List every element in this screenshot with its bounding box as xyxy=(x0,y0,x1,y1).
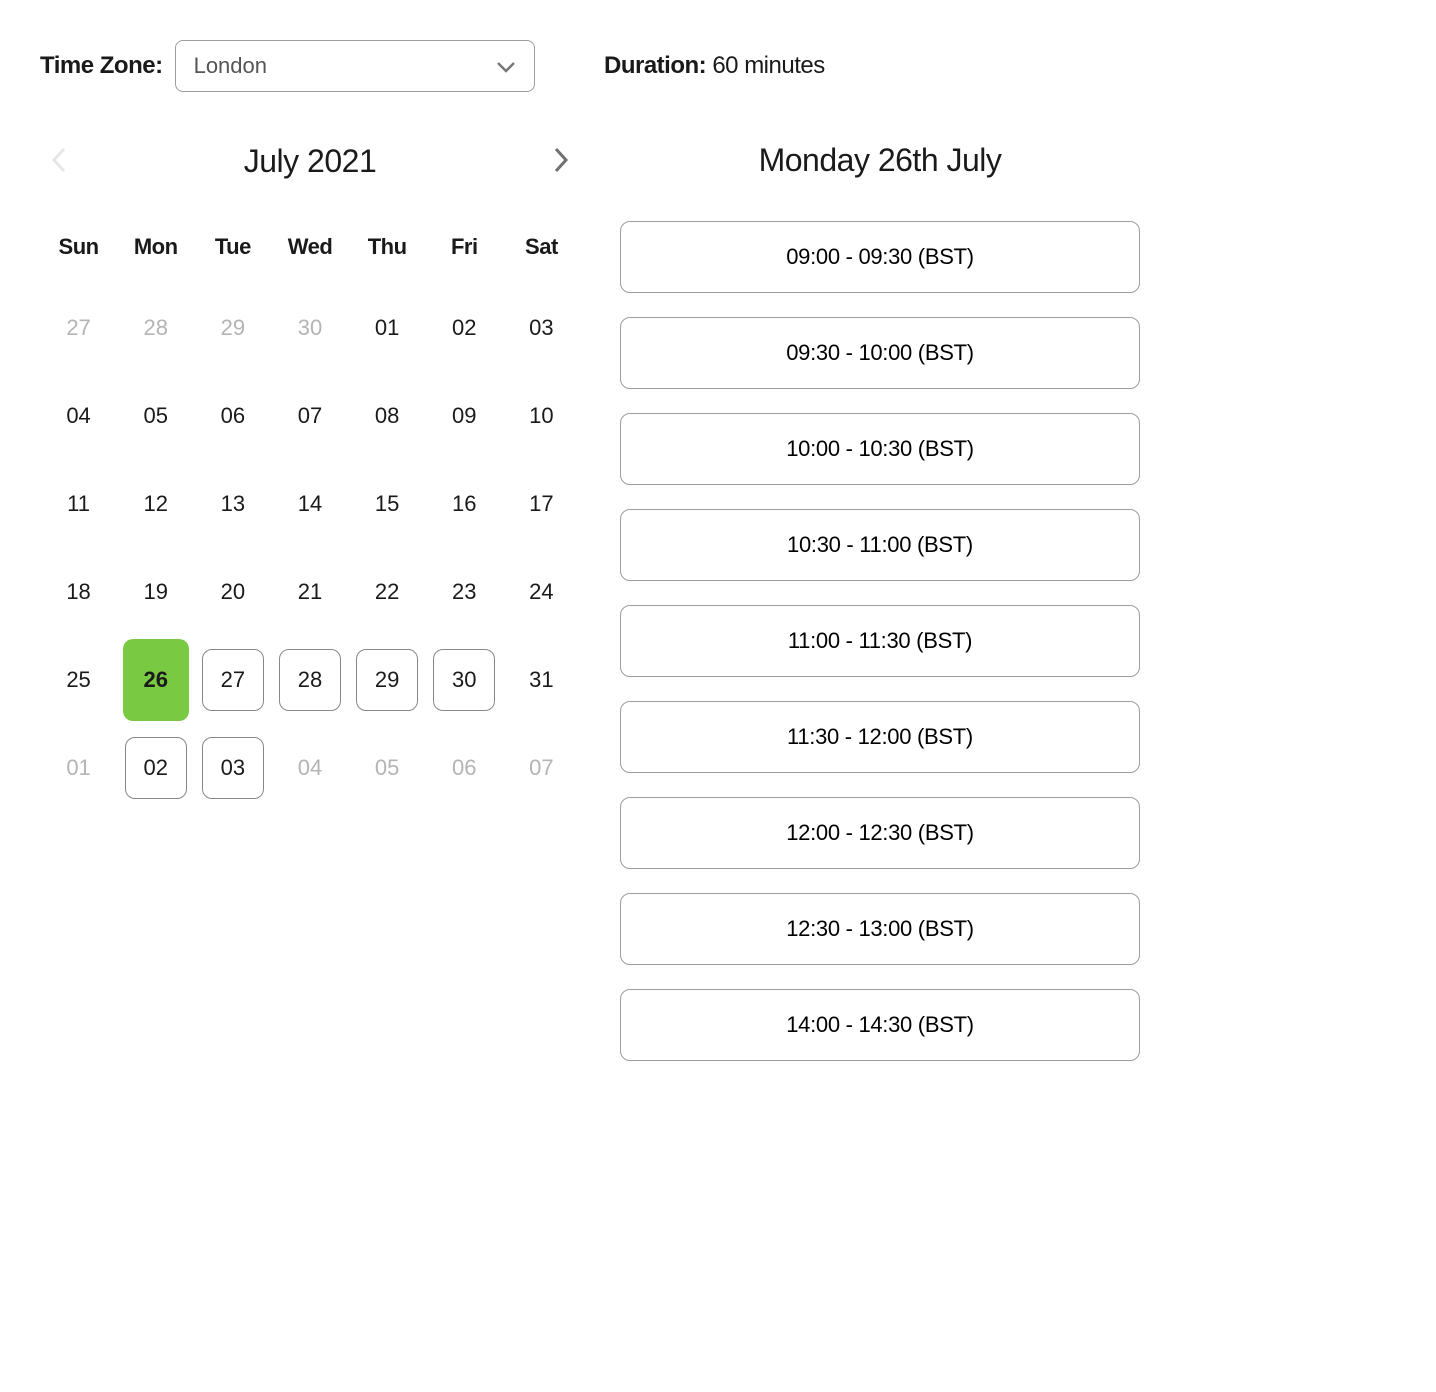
weekday-header: Tue xyxy=(194,216,271,284)
calendar-day: 27 xyxy=(48,297,110,359)
time-slot-button[interactable]: 12:30 - 13:00 (BST) xyxy=(620,893,1140,965)
time-slot-button[interactable]: 10:00 - 10:30 (BST) xyxy=(620,413,1140,485)
calendar-day: 23 xyxy=(433,561,495,623)
calendar-day-available[interactable]: 28 xyxy=(279,649,341,711)
calendar-day: 20 xyxy=(202,561,264,623)
calendar-day-available[interactable]: 27 xyxy=(202,649,264,711)
weekday-header: Sat xyxy=(503,216,580,284)
timezone-label: Time Zone: xyxy=(40,52,163,80)
chevron-right-icon xyxy=(552,162,570,177)
calendar-day: 01 xyxy=(356,297,418,359)
calendar-day: 06 xyxy=(433,737,495,799)
chevron-left-icon xyxy=(50,162,68,177)
calendar-day: 28 xyxy=(125,297,187,359)
chevron-down-icon xyxy=(496,53,516,79)
calendar-day: 08 xyxy=(356,385,418,447)
weekday-header: Thu xyxy=(349,216,426,284)
calendar-day: 17 xyxy=(510,473,572,535)
calendar-day: 05 xyxy=(125,385,187,447)
calendar-day: 29 xyxy=(202,297,264,359)
time-slot-button[interactable]: 10:30 - 11:00 (BST) xyxy=(620,509,1140,581)
time-slot-button[interactable]: 14:00 - 14:30 (BST) xyxy=(620,989,1140,1061)
prev-month-button[interactable] xyxy=(46,142,72,181)
time-slot-button[interactable]: 09:00 - 09:30 (BST) xyxy=(620,221,1140,293)
next-month-button[interactable] xyxy=(548,142,574,181)
calendar-day: 24 xyxy=(510,561,572,623)
calendar-day-selected[interactable]: 26 xyxy=(123,639,189,721)
duration-label: Duration: xyxy=(604,52,706,79)
calendar-day: 11 xyxy=(48,473,110,535)
calendar-day: 22 xyxy=(356,561,418,623)
calendar-day: 10 xyxy=(510,385,572,447)
calendar-day: 21 xyxy=(279,561,341,623)
duration-display: Duration: 60 minutes xyxy=(604,52,825,80)
time-slot-button[interactable]: 11:00 - 11:30 (BST) xyxy=(620,605,1140,677)
calendar-day: 01 xyxy=(48,737,110,799)
weekday-header: Wed xyxy=(271,216,348,284)
timezone-selector-container: Time Zone: London xyxy=(40,40,580,92)
calendar-day: 06 xyxy=(202,385,264,447)
weekday-header: Sun xyxy=(40,216,117,284)
month-navigation: July 2021 xyxy=(40,142,580,216)
calendar-day: 15 xyxy=(356,473,418,535)
calendar-day-available[interactable]: 30 xyxy=(433,649,495,711)
time-slots-list: 09:00 - 09:30 (BST) 09:30 - 10:00 (BST) 10… xyxy=(620,221,1140,1085)
calendar-day: 03 xyxy=(510,297,572,359)
calendar-day-available[interactable]: 03 xyxy=(202,737,264,799)
time-slot-button[interactable]: 12:00 - 12:30 (BST) xyxy=(620,797,1140,869)
calendar-day: 13 xyxy=(202,473,264,535)
calendar-day: 18 xyxy=(48,561,110,623)
calendar-day-available[interactable]: 29 xyxy=(356,649,418,711)
calendar-day: 16 xyxy=(433,473,495,535)
weekday-header: Mon xyxy=(117,216,194,284)
time-slot-button[interactable]: 09:30 - 10:00 (BST) xyxy=(620,317,1140,389)
calendar-day: 25 xyxy=(48,649,110,711)
calendar-day: 09 xyxy=(433,385,495,447)
calendar-day: 04 xyxy=(279,737,341,799)
calendar-day: 19 xyxy=(125,561,187,623)
calendar-day: 05 xyxy=(356,737,418,799)
month-title: July 2021 xyxy=(244,143,376,180)
calendar-day: 31 xyxy=(510,649,572,711)
calendar-day: 14 xyxy=(279,473,341,535)
calendar-day-available[interactable]: 02 xyxy=(125,737,187,799)
timezone-selected-value: London xyxy=(194,53,267,79)
duration-value: 60 minutes xyxy=(712,52,824,79)
calendar-day: 07 xyxy=(279,385,341,447)
calendar-day: 12 xyxy=(125,473,187,535)
calendar-day: 30 xyxy=(279,297,341,359)
time-slot-button[interactable]: 11:30 - 12:00 (BST) xyxy=(620,701,1140,773)
calendar-day: 02 xyxy=(433,297,495,359)
calendar-day: 07 xyxy=(510,737,572,799)
timezone-select[interactable]: London xyxy=(175,40,535,92)
weekday-header: Fri xyxy=(426,216,503,284)
calendar-day: 04 xyxy=(48,385,110,447)
selected-date-title: Monday 26th July xyxy=(620,142,1140,179)
calendar-grid: SunMonTueWedThuFriSat2728293001020304050… xyxy=(40,216,580,812)
